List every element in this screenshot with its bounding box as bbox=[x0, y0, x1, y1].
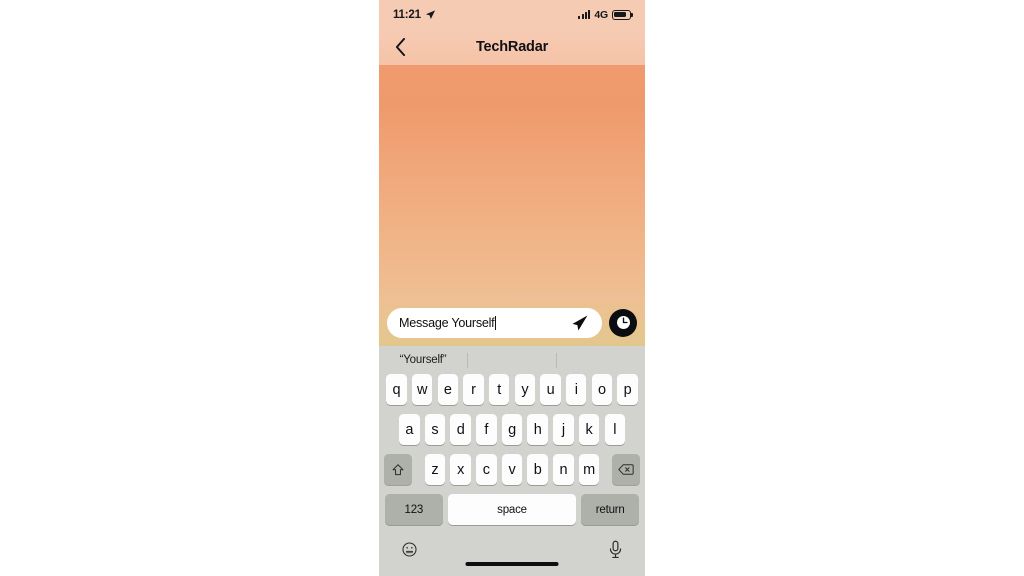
clock-icon bbox=[616, 316, 630, 329]
message-input[interactable]: Message Yourself bbox=[387, 307, 602, 338]
key-g[interactable]: g bbox=[501, 414, 523, 445]
emoji-smiley-icon bbox=[402, 542, 417, 557]
key-r[interactable]: r bbox=[463, 374, 484, 405]
key-a[interactable]: a bbox=[399, 414, 420, 445]
key-f[interactable]: f bbox=[476, 414, 497, 445]
home-indicator-bar bbox=[465, 562, 559, 566]
autocorrect-suggestion-bar: “Yourself” bbox=[379, 346, 645, 374]
keyboard-row-4: 123 space return bbox=[379, 494, 645, 525]
page-title: TechRadar bbox=[475, 39, 549, 55]
signal-bars-icon bbox=[578, 10, 591, 19]
screenshot-canvas: 11:21 4G TechRadar Schedul bbox=[0, 0, 1024, 576]
network-label: 4G bbox=[594, 8, 608, 21]
key-o[interactable]: o bbox=[591, 374, 613, 405]
back-button[interactable] bbox=[391, 38, 409, 56]
keyboard-bottom-row bbox=[379, 534, 645, 564]
key-u[interactable]: u bbox=[540, 374, 561, 405]
message-input-bar: Message Yourself bbox=[379, 299, 645, 346]
status-time: 11:21 bbox=[393, 8, 421, 21]
key-s[interactable]: s bbox=[424, 414, 446, 445]
status-bar: 11:21 4G bbox=[379, 0, 645, 29]
on-screen-keyboard: “Yourself” q w e r t y u i o p a s d f g… bbox=[379, 346, 645, 576]
key-i[interactable]: i bbox=[565, 374, 587, 405]
key-y[interactable]: y bbox=[514, 374, 536, 405]
key-p[interactable]: p bbox=[617, 374, 638, 405]
phone-screen: 11:21 4G TechRadar Schedul bbox=[379, 0, 645, 576]
key-e[interactable]: e bbox=[437, 374, 459, 405]
key-c[interactable]: c bbox=[476, 454, 497, 485]
numbers-key[interactable]: 123 bbox=[384, 494, 443, 525]
conversation-area bbox=[379, 65, 645, 299]
shift-arrow-icon bbox=[392, 463, 404, 475]
status-bar-left: 11:21 bbox=[393, 9, 436, 21]
key-v[interactable]: v bbox=[501, 454, 523, 485]
return-key[interactable]: return bbox=[581, 494, 640, 525]
space-key[interactable]: space bbox=[448, 494, 576, 525]
shift-key[interactable] bbox=[384, 454, 413, 485]
keyboard-row-2: a s d f g h j k l bbox=[379, 414, 645, 445]
text-caret bbox=[494, 315, 497, 330]
battery-icon bbox=[612, 9, 633, 20]
keyboard-row-1: q w e r t y u i o p bbox=[379, 374, 645, 405]
chevron-left-icon bbox=[395, 38, 405, 56]
emoji-key[interactable] bbox=[401, 541, 418, 563]
key-k[interactable]: k bbox=[578, 414, 600, 445]
suggestion-divider bbox=[467, 352, 468, 368]
message-input-value: Message Yourself bbox=[399, 315, 495, 330]
key-w[interactable]: w bbox=[411, 374, 433, 405]
nav-bar: TechRadar bbox=[379, 29, 645, 65]
schedule-message-button[interactable] bbox=[609, 308, 637, 337]
backspace-delete-icon bbox=[618, 464, 634, 475]
key-n[interactable]: n bbox=[553, 454, 574, 485]
key-d[interactable]: d bbox=[450, 414, 471, 445]
dictation-key[interactable] bbox=[608, 540, 623, 564]
key-z[interactable]: z bbox=[424, 454, 446, 485]
key-x[interactable]: x bbox=[450, 454, 471, 485]
keyboard-row-3: z x c v b n m bbox=[379, 454, 645, 485]
row3-gap bbox=[605, 454, 607, 485]
location-arrow-icon bbox=[425, 10, 435, 20]
backspace-key[interactable] bbox=[611, 454, 640, 485]
microphone-icon bbox=[609, 540, 622, 559]
key-h[interactable]: h bbox=[527, 414, 548, 445]
suggestion-1[interactable]: “Yourself” bbox=[379, 354, 467, 366]
row3-gap bbox=[418, 454, 420, 485]
key-m[interactable]: m bbox=[578, 454, 600, 485]
status-bar-right: 4G bbox=[578, 8, 633, 21]
send-paper-plane-icon[interactable] bbox=[570, 313, 589, 332]
key-t[interactable]: t bbox=[488, 374, 510, 405]
key-j[interactable]: j bbox=[553, 414, 574, 445]
key-b[interactable]: b bbox=[527, 454, 548, 485]
key-l[interactable]: l bbox=[604, 414, 625, 445]
key-q[interactable]: q bbox=[386, 374, 407, 405]
suggestion-divider bbox=[556, 352, 557, 368]
